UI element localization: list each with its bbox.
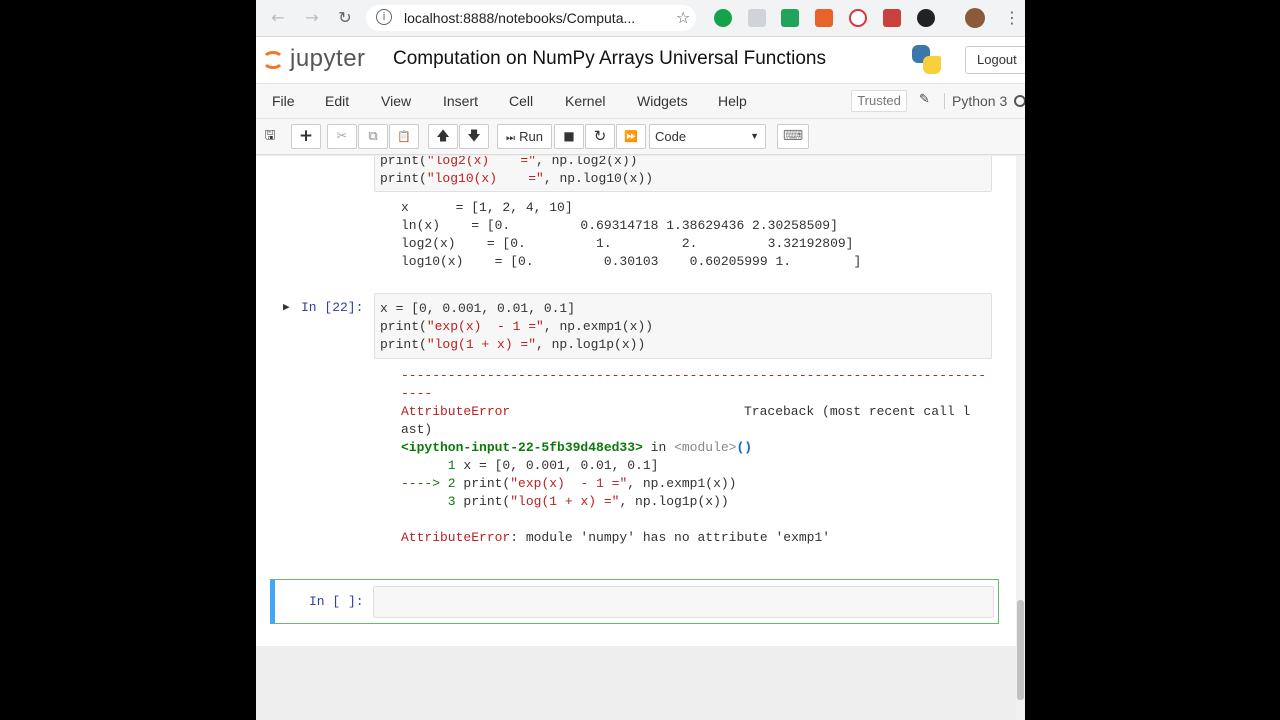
code-line: print("log2(x) =", np.log2(x)) <box>380 156 638 168</box>
code-cell-input[interactable]: x = [0, 0.001, 0.01, 0.1] print("exp(x) … <box>374 293 992 359</box>
code-line: print("exp(x) - 1 =", np.exmp1(x)) <box>380 319 654 334</box>
traceback-line: 1 x = [0, 0.001, 0.01, 0.1] <box>401 458 659 473</box>
bookmark-star-icon[interactable]: ☆ <box>676 8 690 27</box>
cell-type-select[interactable]: Code ▼ <box>649 124 766 149</box>
output-line: log2(x) = [0. 1. 2. 3.32192809] <box>401 236 854 251</box>
notebook-title[interactable]: Computation on NumPy Arrays Universal Fu… <box>393 48 826 70</box>
traceback-separator: ----------------------------------------… <box>401 368 987 383</box>
menu-file[interactable]: File <box>272 93 295 109</box>
browser-viewport: ← → ↻ i localhost:8888/notebooks/Computa… <box>256 0 1025 720</box>
run-button[interactable]: ⏭ Run <box>497 124 552 149</box>
scrollbar-thumb[interactable] <box>1017 600 1024 700</box>
chrome-menu-icon[interactable]: ⋮ <box>1004 8 1020 27</box>
traceback-label: Traceback (most recent call l <box>744 404 971 419</box>
notebook-toolbar: 🖫 + ✂ ⧉ 📋 🡅 🡇 ⏭ Run ■ ↻ ⏩ Code ▼ ⌨ <box>256 119 1025 155</box>
active-code-cell[interactable]: In [ ]: <box>270 579 999 624</box>
traceback-label-wrap: ast) <box>401 422 433 437</box>
code-line: print("log(1 + x) =", np.log1p(x)) <box>380 337 646 352</box>
extension-icon-k[interactable] <box>917 9 935 27</box>
address-bar[interactable]: i localhost:8888/notebooks/Computa... ☆ <box>366 5 696 31</box>
output-line: ln(x) = [0. 0.69314718 1.38629436 2.3025… <box>401 218 838 233</box>
profile-avatar[interactable] <box>965 8 985 28</box>
menu-kernel[interactable]: Kernel <box>565 93 605 109</box>
menu-cell[interactable]: Cell <box>509 93 533 109</box>
run-label: Run <box>519 129 543 144</box>
code-cell-input-prev[interactable]: print("log2(x) =", np.log2(x)) print("lo… <box>374 156 992 192</box>
restart-icon[interactable]: ↻ <box>585 124 615 149</box>
trusted-indicator[interactable]: Trusted <box>851 90 907 112</box>
kernel-name: Python 3 <box>944 93 1007 109</box>
extension-icon-orange[interactable] <box>815 9 833 27</box>
output-line: x = [1, 2, 4, 10] <box>401 200 573 215</box>
menu-widgets[interactable]: Widgets <box>637 93 688 109</box>
code-line: x = [0, 0.001, 0.01, 0.1] <box>380 301 576 316</box>
cut-icon[interactable]: ✂ <box>327 124 357 149</box>
traceback-line: 3 print("log(1 + x) =", np.log1p(x)) <box>401 494 729 509</box>
extension-icon-green[interactable] <box>781 9 799 27</box>
error-type: AttributeError <box>401 404 511 419</box>
pdf-extension-icon[interactable] <box>883 9 901 27</box>
notebook-page: print("log2(x) =", np.log2(x)) print("lo… <box>256 156 1016 646</box>
jupyter-logo-text[interactable]: jupyter <box>290 45 366 73</box>
browser-toolbar: ← → ↻ i localhost:8888/notebooks/Computa… <box>256 0 1025 37</box>
url-text[interactable]: localhost:8888/notebooks/Computa... <box>404 10 635 26</box>
run-icon: ⏭ <box>506 133 515 144</box>
run-cell-icon[interactable]: ▶ <box>283 300 290 314</box>
keyboard-icon[interactable]: ⌨ <box>777 124 809 149</box>
extension-icon-red[interactable] <box>849 9 867 27</box>
menubar: File Edit View Insert Cell Kernel Widget… <box>256 83 1025 119</box>
back-icon[interactable]: ← <box>268 8 288 28</box>
copy-icon[interactable]: ⧉ <box>358 124 388 149</box>
cell-type-value: Code <box>655 129 687 144</box>
extension-icon[interactable] <box>748 9 766 27</box>
save-icon[interactable]: 🖫 <box>259 124 281 149</box>
fast-forward-icon[interactable]: ⏩ <box>616 124 646 149</box>
forward-icon[interactable]: → <box>302 8 322 28</box>
code-line: print("log10(x) =", np.log10(x)) <box>380 171 654 186</box>
move-up-icon[interactable]: 🡅 <box>428 124 458 149</box>
traceback-line-current: ----> 2 print("exp(x) - 1 =", np.exmp1(x… <box>401 476 737 491</box>
traceback-location: <ipython-input-22-5fb39d48ed33> in <modu… <box>401 440 753 455</box>
jupyter-logo-icon[interactable] <box>260 45 288 75</box>
reload-icon[interactable]: ↻ <box>335 8 355 28</box>
chevron-down-icon: ▼ <box>750 131 759 141</box>
move-down-icon[interactable]: 🡇 <box>459 124 489 149</box>
jupyter-header: jupyter Computation on NumPy Arrays Univ… <box>256 37 1025 83</box>
notebook-container: print("log2(x) =", np.log2(x)) print("lo… <box>256 156 1025 720</box>
cell-prompt: In [22]: <box>301 300 364 315</box>
error-message: AttributeError: module 'numpy' has no at… <box>401 530 831 545</box>
code-cell-input-empty[interactable] <box>373 586 994 618</box>
menu-help[interactable]: Help <box>718 93 747 109</box>
cell-prompt-empty: In [ ]: <box>309 594 364 609</box>
python-logo-icon <box>912 45 942 75</box>
info-icon[interactable]: i <box>376 9 392 25</box>
stop-icon[interactable]: ■ <box>554 124 584 149</box>
menu-insert[interactable]: Insert <box>443 93 478 109</box>
edit-mode-pencil-icon: ✎ <box>919 92 930 107</box>
menu-view[interactable]: View <box>381 93 411 109</box>
menu-edit[interactable]: Edit <box>325 93 349 109</box>
scrollbar[interactable] <box>1016 156 1025 720</box>
output-line: log10(x) = [0. 0.30103 0.60205999 1. ] <box>401 254 862 269</box>
paste-icon[interactable]: 📋 <box>389 124 419 149</box>
traceback-separator-tail: ---- <box>401 386 433 401</box>
kernel-status-icon <box>1014 95 1025 107</box>
add-cell-button[interactable]: + <box>291 124 321 149</box>
logout-button[interactable]: Logout <box>965 46 1025 74</box>
grammarly-extension-icon[interactable] <box>714 9 732 27</box>
